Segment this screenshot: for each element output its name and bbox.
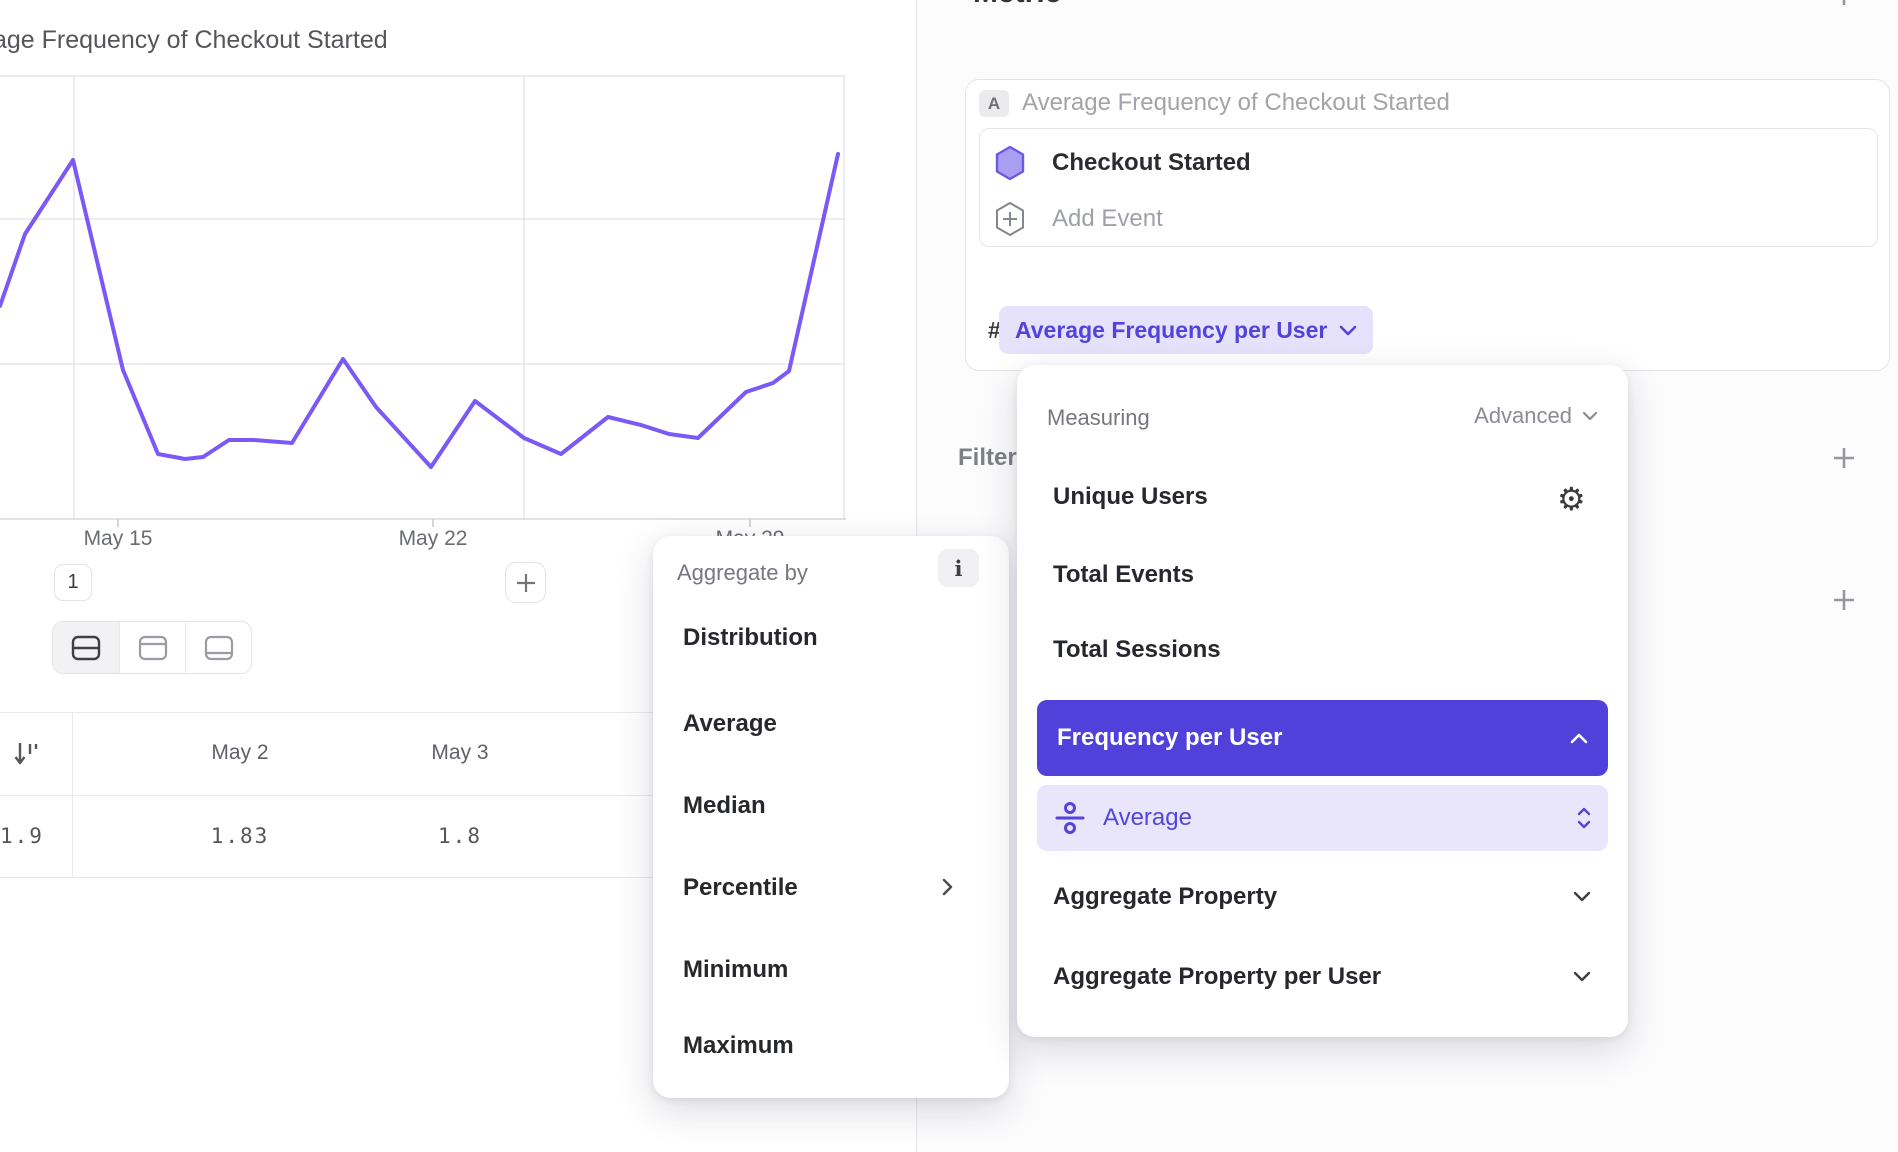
x-tick-label: May 15 — [48, 527, 188, 551]
metric-section-title: Metric — [973, 0, 1061, 10]
chevron-down-icon — [1339, 325, 1357, 336]
add-comparison-button[interactable] — [505, 562, 546, 603]
menu-subitem-average[interactable]: Average — [1037, 785, 1608, 851]
chevron-down-icon — [1573, 971, 1591, 982]
table-sort-button[interactable] — [12, 740, 42, 773]
menu-item-aggregate-property[interactable]: Aggregate Property — [1053, 883, 1277, 911]
measurement-dropdown[interactable]: Average Frequency per User — [999, 306, 1373, 354]
filter-section-title: Filter — [958, 444, 1017, 472]
add-event-label: Add Event — [1052, 205, 1163, 233]
add-event-button[interactable]: Add Event — [994, 201, 1163, 237]
info-button[interactable]: i — [938, 549, 979, 587]
chevron-down-icon — [1573, 891, 1591, 902]
event-box: Checkout Started Add Event — [979, 128, 1878, 247]
view-toggle-header-top[interactable] — [119, 622, 185, 673]
sort-descending-icon — [12, 740, 42, 768]
view-toggle-group — [52, 621, 252, 674]
menu-item-unique-users[interactable]: Unique Users — [1053, 483, 1208, 511]
menu-item-maximum[interactable]: Maximum — [683, 1032, 794, 1060]
menu-item-percentile[interactable]: Percentile — [683, 874, 798, 902]
table-cell: 1.83 — [175, 824, 305, 848]
measuring-title: Measuring — [1047, 405, 1150, 431]
view-toggle-split-rows[interactable] — [53, 622, 119, 673]
menu-item-total-sessions[interactable]: Total Sessions — [1053, 636, 1221, 664]
layout-rows-icon — [70, 634, 102, 662]
add-filter-button[interactable] — [1831, 445, 1857, 471]
table-cell-overall: 1.9 — [0, 824, 44, 848]
line-chart — [0, 0, 846, 560]
add-metric-button[interactable] — [1831, 0, 1857, 8]
view-toggle-footer-bottom[interactable] — [185, 622, 251, 673]
menu-item-distribution[interactable]: Distribution — [683, 624, 818, 652]
table-cell: 1.8 — [395, 824, 525, 848]
advanced-label: Advanced — [1474, 403, 1572, 429]
menu-item-minimum[interactable]: Minimum — [683, 956, 788, 984]
app-window: Average Frequency of Checkout Started Ma… — [0, 0, 1898, 1152]
plus-icon — [514, 571, 538, 595]
table-header-cell[interactable]: May 3 — [395, 741, 525, 765]
metric-card: A Average Frequency of Checkout Started … — [965, 79, 1890, 371]
menu-item-average[interactable]: Average — [683, 710, 777, 738]
metric-letter-badge: A — [979, 90, 1009, 117]
menu-item-total-events[interactable]: Total Events — [1053, 561, 1194, 589]
menu-item-median[interactable]: Median — [683, 792, 766, 820]
chevron-right-icon — [941, 877, 954, 897]
measuring-popup: Measuring Advanced Unique Users ⚙ Total … — [1017, 365, 1628, 1037]
measurement-label: Average Frequency per User — [1015, 317, 1327, 344]
gear-icon[interactable]: ⚙ — [1557, 483, 1586, 515]
x-tick-label: May 22 — [363, 527, 503, 551]
menu-item-frequency-per-user-selected[interactable]: Frequency per User — [1037, 700, 1608, 776]
table-header-cell[interactable]: May 2 — [175, 741, 305, 765]
divide-icon — [1053, 800, 1087, 836]
layout-top-band-icon — [137, 634, 169, 662]
aggregate-by-popup: Aggregate by i Distribution Average Medi… — [653, 536, 1009, 1098]
chevron-up-down-icon — [1576, 806, 1592, 830]
add-event-hexagon-plus-icon — [994, 201, 1026, 237]
advanced-toggle[interactable]: Advanced — [1474, 403, 1598, 429]
series-line[interactable] — [0, 154, 838, 467]
menu-item-aggregate-property-per-user[interactable]: Aggregate Property per User — [1053, 963, 1381, 991]
aggregate-by-title: Aggregate by — [677, 560, 808, 586]
chevron-down-icon — [1582, 411, 1598, 421]
layout-bottom-band-icon — [203, 634, 235, 662]
add-breakdown-button[interactable] — [1831, 587, 1857, 613]
selected-item-label: Frequency per User — [1057, 724, 1282, 752]
event-hexagon-icon — [994, 145, 1026, 181]
info-icon: i — [955, 556, 963, 581]
chevron-up-icon — [1570, 733, 1588, 744]
interval-input[interactable]: 1 — [54, 564, 92, 601]
sub-item-label: Average — [1103, 804, 1192, 832]
interval-value: 1 — [67, 571, 78, 594]
metric-name-input[interactable]: Average Frequency of Checkout Started — [1022, 89, 1450, 117]
table-col-divider — [72, 712, 73, 877]
event-row[interactable]: Checkout Started — [994, 145, 1251, 181]
event-name: Checkout Started — [1052, 149, 1251, 177]
